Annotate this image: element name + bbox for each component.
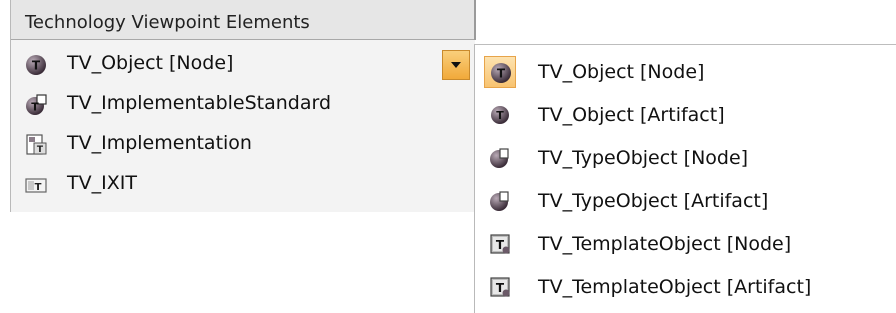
dropdown-arrow-button[interactable] [442,50,470,80]
svg-text:T: T [31,101,39,114]
toolbox-item-tv-object-node[interactable]: T TV_Object [Node] [11,45,451,81]
toolbox-panel: Technology Viewpoint Elements T TV_Objec… [10,0,475,212]
toolbox-item-tv-implementable-standard[interactable]: T TV_ImplementableStandard [11,85,451,121]
menu-item-tv-templateobject-artifact[interactable]: T TV_TemplateObject [Artifact] [475,265,895,309]
ixit-icon: T [25,172,47,194]
menu-item-tv-typeobject-artifact[interactable]: TV_TypeObject [Artifact] [475,179,895,223]
object-icon: T [25,52,47,75]
toolbox-item-tv-implementation[interactable]: T TV_Implementation [11,125,451,161]
template-object-icon: T [484,228,516,260]
type-object-icon [484,185,516,217]
menu-item-label: TV_TypeObject [Artifact] [538,190,769,212]
type-object-icon [484,142,516,174]
menu-item-label: TV_TemplateObject [Node] [538,233,792,255]
menu-item-tv-object-artifact[interactable]: T TV_Object [Artifact] [475,93,895,137]
svg-text:T: T [35,182,42,193]
menu-item-tv-typeobject-node[interactable]: TV_TypeObject [Node] [475,136,895,180]
dropdown-menu: T TV_Object [Node] T TV_Object [Artifact… [474,44,896,313]
toolbox-item-label: TV_Object [Node] [67,52,234,74]
toolbox-item-label: TV_Implementation [67,132,252,154]
toolbox-header[interactable]: Technology Viewpoint Elements [11,0,475,40]
svg-text:T: T [497,67,506,81]
implementation-icon: T [25,132,47,155]
toolbox-item-tv-ixit[interactable]: T TV_IXIT [11,165,451,201]
menu-item-label: TV_Object [Artifact] [538,104,725,126]
menu-item-label: TV_Object [Node] [538,61,705,83]
toolbox-item-label: TV_IXIT [67,172,137,194]
panel-divider [474,0,476,40]
svg-text:T: T [496,109,504,122]
toolbox-item-label: TV_ImplementableStandard [67,92,332,114]
svg-text:T: T [37,145,44,155]
menu-item-tv-object-node[interactable]: T TV_Object [Node] [475,50,895,94]
menu-item-label: TV_TypeObject [Node] [538,147,749,169]
toolbox-title: Technology Viewpoint Elements [25,12,310,33]
menu-item-tv-templateobject-node[interactable]: T TV_TemplateObject [Node] [475,222,895,266]
svg-text:T: T [32,59,41,73]
object-icon: T [484,56,516,88]
menu-item-label: TV_TemplateObject [Artifact] [538,276,812,298]
object-icon: T [484,99,516,131]
implementable-standard-icon: T [25,92,47,115]
dropdown-arrow-icon [451,62,461,68]
template-object-icon: T [484,271,516,303]
